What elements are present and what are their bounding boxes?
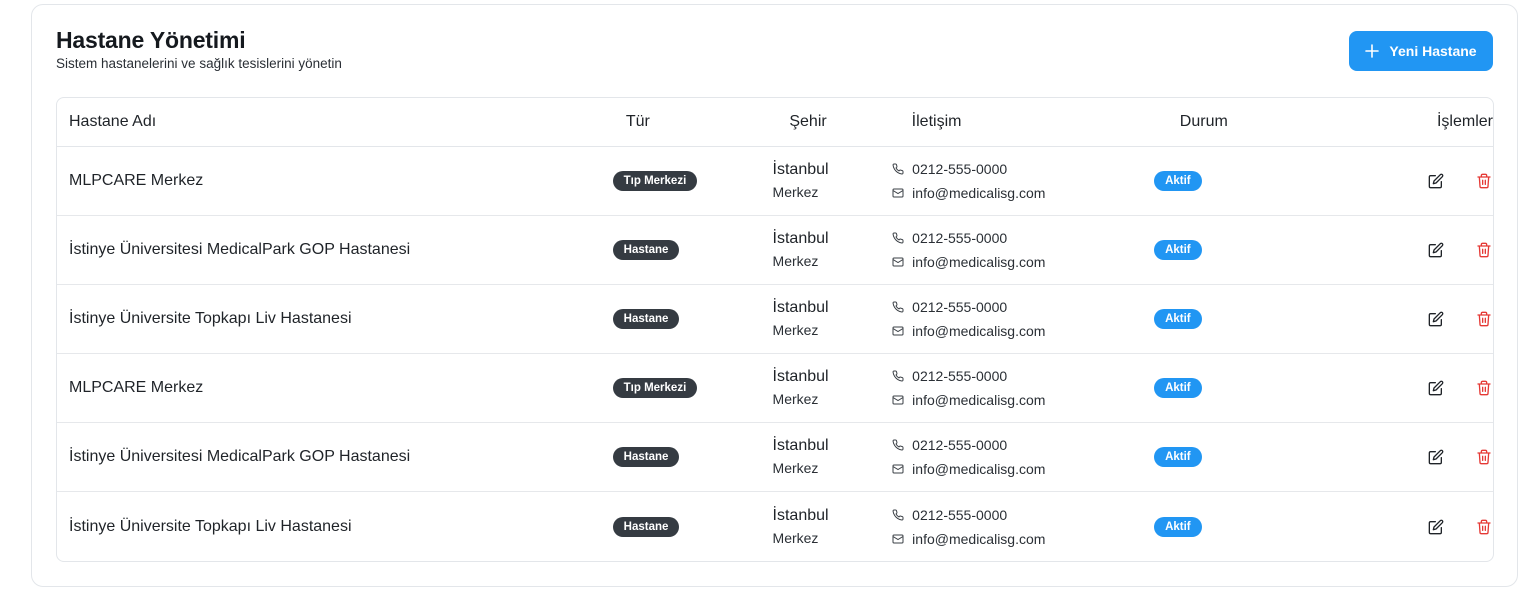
phone-icon	[892, 370, 904, 382]
status-badge: Aktif	[1154, 516, 1202, 537]
trash-icon	[1477, 519, 1491, 534]
hospital-management-card: Hastane Yönetimi Sistem hastanelerini ve…	[31, 4, 1518, 587]
mail-icon	[892, 464, 904, 474]
type-badge: Hastane	[612, 516, 680, 537]
mail-icon	[892, 534, 904, 543]
edit-button[interactable]	[1427, 310, 1445, 328]
delete-button[interactable]	[1475, 172, 1493, 190]
phone-number: 0212-555-0000	[912, 230, 1008, 246]
trash-icon	[1477, 449, 1491, 465]
status-badge: Aktif	[1154, 309, 1202, 329]
district: Merkez	[772, 391, 819, 407]
plus-icon	[1365, 44, 1380, 58]
trash-icon	[1477, 311, 1491, 327]
trash-icon	[1477, 380, 1491, 396]
column-header-contact[interactable]: İletişim	[900, 113, 1168, 131]
city: İstanbul	[772, 230, 829, 247]
table-header: Hastane Adı Tür Şehir İletişim Durum İşl…	[57, 98, 1493, 147]
district: Merkez	[772, 529, 819, 546]
district: Merkez	[772, 322, 819, 338]
district: Merkez	[772, 253, 819, 269]
delete-button[interactable]	[1475, 518, 1493, 536]
hospital-name: İstinye Üniversite Topkapı Liv Hastanesi	[69, 310, 352, 327]
delete-button[interactable]	[1475, 241, 1493, 259]
column-header-actions: İşlemler	[1436, 113, 1493, 130]
table-row[interactable]: İstinye Üniversitesi MedicalPark GOP Has…	[57, 423, 1493, 492]
phone-number: 0212-555-0000	[912, 161, 1008, 177]
table-row[interactable]: MLPCARE Merkez Tıp Merkezi İstanbul Merk…	[57, 147, 1493, 216]
phone-icon	[892, 301, 904, 313]
edit-button[interactable]	[1427, 518, 1445, 536]
phone-icon	[892, 163, 904, 175]
edit-icon	[1428, 311, 1444, 327]
hospital-name: MLPCARE Merkez	[69, 172, 204, 189]
column-header-status[interactable]: Durum	[1168, 113, 1316, 131]
trash-icon	[1477, 242, 1491, 258]
status-badge: Aktif	[1154, 447, 1202, 467]
edit-button[interactable]	[1427, 172, 1445, 190]
type-badge: Hastane	[612, 309, 680, 329]
type-badge: Tıp Merkezi	[612, 171, 698, 191]
district: Merkez	[772, 460, 819, 476]
email-address: info@medicalisg.com	[912, 254, 1046, 270]
type-badge: Hastane	[612, 240, 680, 260]
phone-number: 0212-555-0000	[912, 437, 1008, 453]
email-address: info@medicalisg.com	[912, 461, 1046, 477]
mail-icon	[892, 395, 904, 405]
type-badge: Hastane	[612, 447, 680, 467]
edit-icon	[1428, 173, 1444, 189]
delete-button[interactable]	[1475, 448, 1493, 466]
mail-icon	[892, 188, 904, 198]
table-row[interactable]: İstinye Üniversitesi MedicalPark GOP Has…	[57, 216, 1493, 285]
new-hospital-button[interactable]: Yeni Hastane	[1349, 31, 1493, 71]
phone-number: 0212-555-0000	[912, 506, 1008, 523]
phone-icon	[892, 232, 904, 244]
edit-icon	[1428, 380, 1444, 396]
city: İstanbul	[772, 506, 829, 524]
status-badge: Aktif	[1154, 171, 1202, 191]
hospital-name: İstinye Üniversitesi MedicalPark GOP Has…	[69, 448, 411, 465]
phone-number: 0212-555-0000	[912, 299, 1008, 315]
column-header-type[interactable]: Tür	[614, 113, 778, 131]
table-body: MLPCARE Merkez Tıp Merkezi İstanbul Merk…	[57, 147, 1493, 561]
email-address: info@medicalisg.com	[912, 185, 1046, 201]
hospital-name: İstinye Üniversite Topkapı Liv Hastanesi	[69, 517, 352, 535]
email-address: info@medicalisg.com	[912, 323, 1046, 339]
mail-icon	[892, 326, 904, 336]
page-title: Hastane Yönetimi	[56, 27, 246, 53]
page-subtitle: Sistem hastanelerini ve sağlık tesisleri…	[56, 56, 342, 71]
status-badge: Aktif	[1154, 240, 1202, 260]
city: İstanbul	[772, 437, 829, 454]
edit-icon	[1428, 519, 1444, 534]
hospitals-table: Hastane Adı Tür Şehir İletişim Durum İşl…	[56, 97, 1494, 562]
delete-button[interactable]	[1475, 379, 1493, 397]
city: İstanbul	[772, 368, 829, 385]
city: İstanbul	[772, 161, 829, 178]
edit-icon	[1428, 242, 1444, 258]
edit-icon	[1428, 449, 1444, 465]
column-header-name[interactable]: Hastane Adı	[57, 113, 614, 131]
edit-button[interactable]	[1427, 448, 1445, 466]
city: İstanbul	[772, 299, 829, 316]
edit-button[interactable]	[1427, 379, 1445, 397]
status-badge: Aktif	[1154, 378, 1202, 398]
column-header-city[interactable]: Şehir	[777, 113, 899, 131]
table-row[interactable]: MLPCARE Merkez Tıp Merkezi İstanbul Merk…	[57, 354, 1493, 423]
district: Merkez	[772, 184, 819, 200]
trash-icon	[1477, 173, 1491, 189]
edit-button[interactable]	[1427, 241, 1445, 259]
phone-icon	[892, 439, 904, 451]
hospital-name: İstinye Üniversitesi MedicalPark GOP Has…	[69, 241, 411, 258]
table-row[interactable]: İstinye Üniversite Topkapı Liv Hastanesi…	[57, 492, 1493, 561]
mail-icon	[892, 257, 904, 267]
phone-icon	[892, 508, 904, 520]
email-address: info@medicalisg.com	[912, 392, 1046, 408]
hospital-name: MLPCARE Merkez	[69, 379, 204, 396]
table-row[interactable]: İstinye Üniversite Topkapı Liv Hastanesi…	[57, 285, 1493, 354]
phone-number: 0212-555-0000	[912, 368, 1008, 384]
delete-button[interactable]	[1475, 310, 1493, 328]
new-hospital-button-label: Yeni Hastane	[1389, 43, 1477, 59]
type-badge: Tıp Merkezi	[612, 378, 698, 398]
email-address: info@medicalisg.com	[912, 530, 1046, 547]
